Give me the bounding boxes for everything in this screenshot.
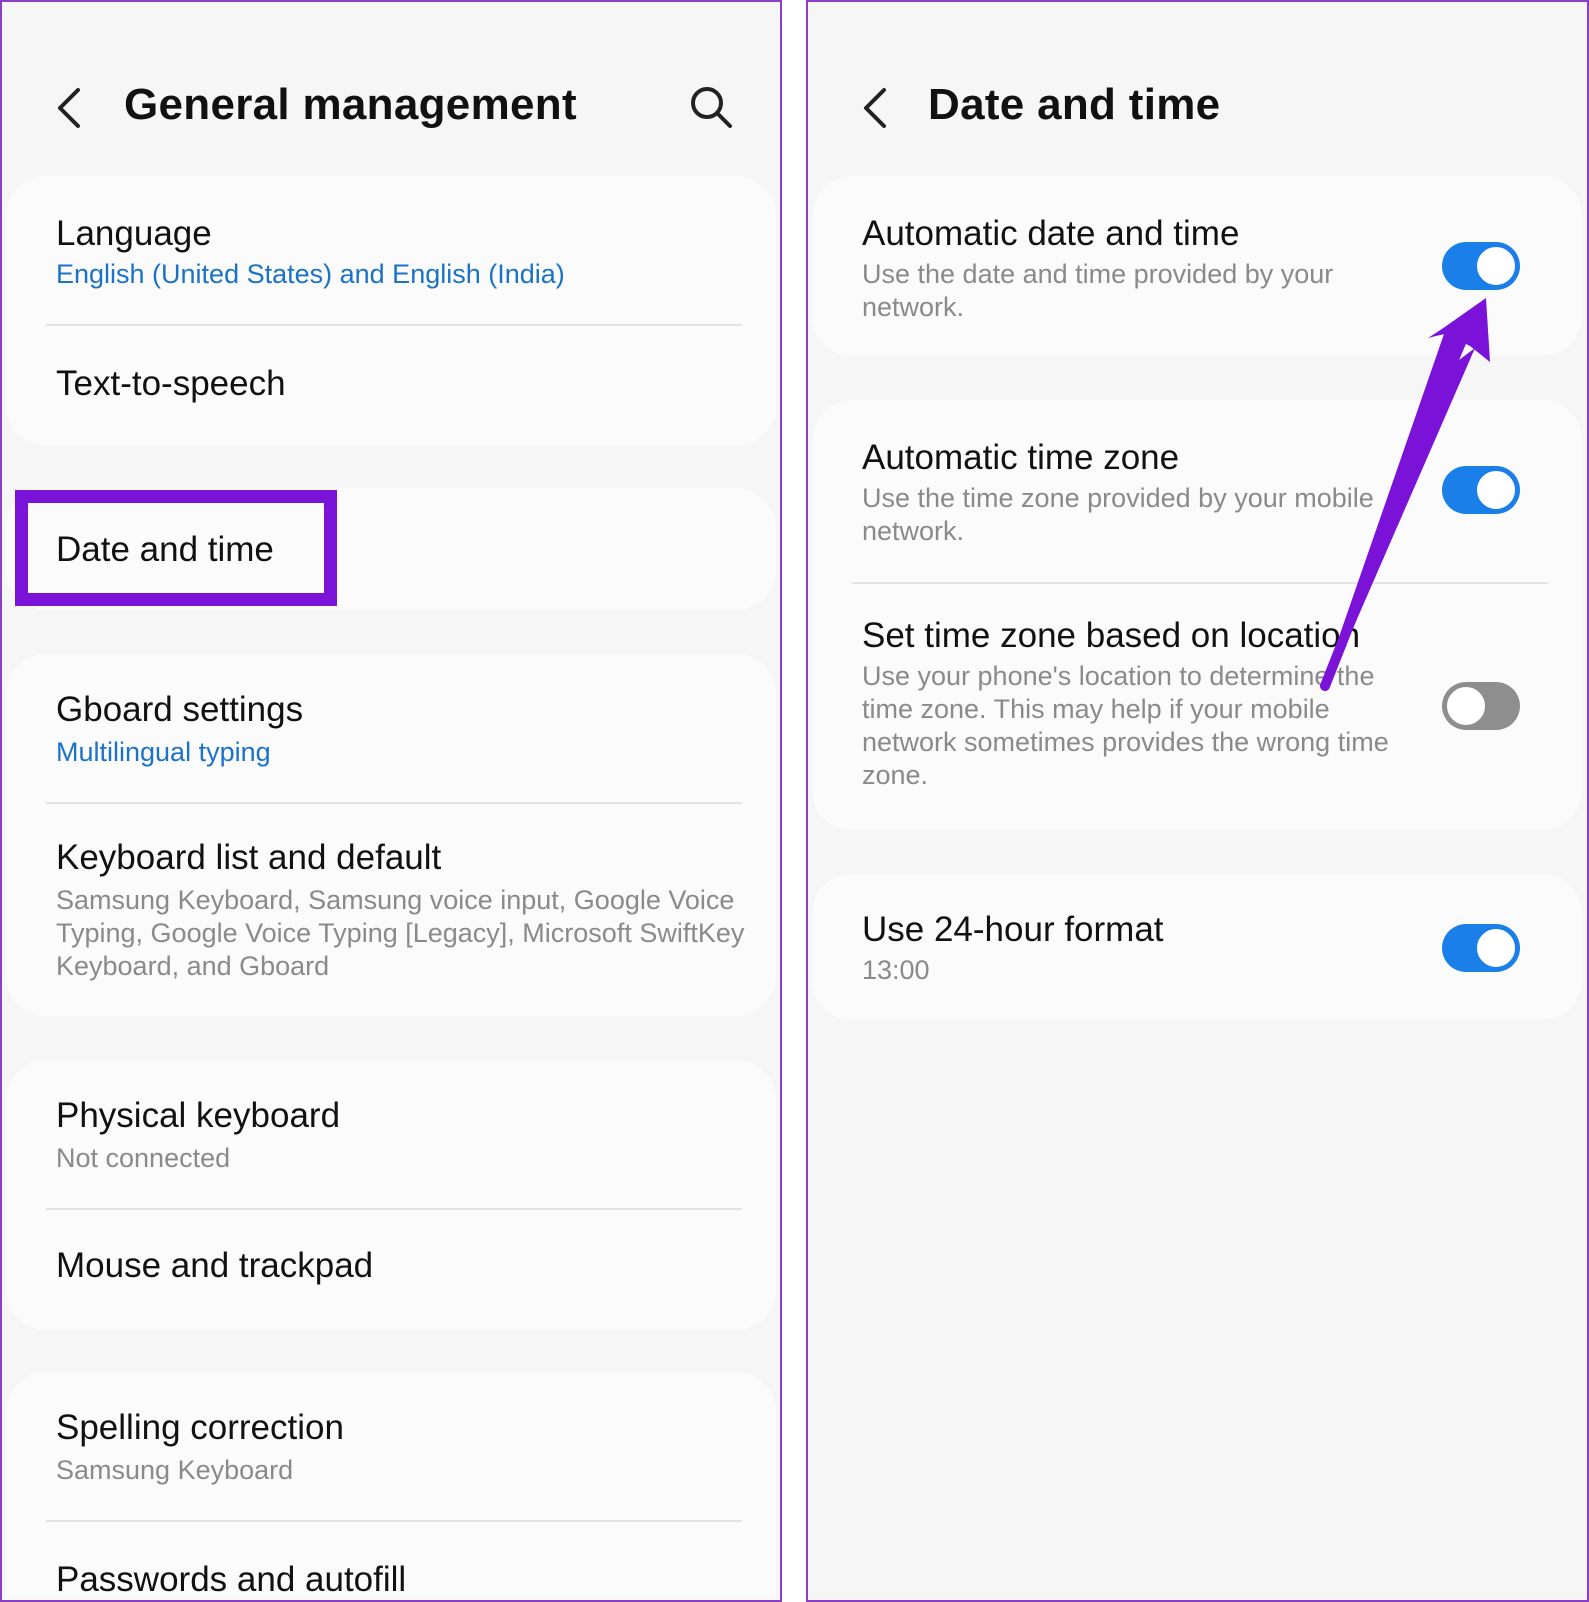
item-title: Set time zone based on location [862, 616, 1361, 655]
settings-card: Use 24-hour format 13:00 [812, 874, 1582, 1020]
item-title: Physical keyboard [56, 1096, 341, 1135]
24-hour-format-toggle[interactable] [1442, 924, 1520, 972]
settings-card: Spelling correction Samsung Keyboard Pas… [6, 1372, 776, 1600]
item-subtitle: Samsung Keyboard [56, 1455, 294, 1485]
item-subtitle: Not connected [56, 1143, 231, 1173]
highlight-annotation-box [15, 490, 337, 606]
item-subtitle: Use the time zone provided by your mobil… [862, 483, 1374, 546]
header: Date and time [808, 2, 1587, 172]
list-item-spelling-correction[interactable]: Spelling correction Samsung Keyboard [6, 1372, 776, 1520]
time-zone-location-toggle[interactable] [1442, 682, 1520, 730]
automatic-time-zone-toggle[interactable] [1442, 466, 1520, 514]
settings-card: Automatic date and time Use the date and… [812, 176, 1582, 356]
date-and-time-screen: Date and time Automatic date and time Us… [806, 0, 1589, 1602]
general-management-screen: General management Language English (Uni… [0, 0, 782, 1602]
item-title: Passwords and autofill [56, 1560, 407, 1599]
settings-card: Language English (United States) and Eng… [6, 176, 776, 446]
list-item-passwords-autofill[interactable]: Passwords and autofill [6, 1522, 776, 1600]
list-item-mouse-and-trackpad[interactable]: Mouse and trackpad [6, 1210, 776, 1330]
item-subtitle: English (United States) and English (Ind… [56, 259, 565, 289]
list-item-keyboard-list[interactable]: Keyboard list and default Samsung Keyboa… [6, 804, 776, 1016]
page-title: Date and time [928, 80, 1221, 129]
item-title: Automatic date and time [862, 214, 1240, 253]
item-title: Keyboard list and default [56, 838, 442, 877]
list-item-text-to-speech[interactable]: Text-to-speech [6, 326, 776, 446]
item-subtitle: Use your phone's location to determine t… [862, 661, 1389, 790]
back-arrow-icon[interactable] [858, 86, 894, 130]
item-title: Use 24-hour format [862, 910, 1164, 949]
item-title: Mouse and trackpad [56, 1246, 374, 1285]
item-subtitle: 13:00 [862, 955, 930, 985]
item-title: Spelling correction [56, 1408, 344, 1447]
setting-time-zone-location[interactable]: Set time zone based on location Use your… [812, 584, 1582, 830]
back-arrow-icon[interactable] [52, 86, 88, 130]
item-title: Text-to-speech [56, 364, 286, 403]
list-item-physical-keyboard[interactable]: Physical keyboard Not connected [6, 1060, 776, 1208]
page-title: General management [124, 80, 577, 129]
settings-card: Gboard settings Multilingual typing Keyb… [6, 654, 776, 1016]
setting-24-hour-format[interactable]: Use 24-hour format 13:00 [812, 874, 1582, 1020]
settings-card: Physical keyboard Not connected Mouse an… [6, 1060, 776, 1330]
list-item-language[interactable]: Language English (United States) and Eng… [6, 176, 776, 324]
search-icon[interactable] [688, 84, 734, 130]
list-item-gboard-settings[interactable]: Gboard settings Multilingual typing [6, 654, 776, 802]
setting-automatic-date-time[interactable]: Automatic date and time Use the date and… [812, 176, 1582, 356]
setting-automatic-time-zone[interactable]: Automatic time zone Use the time zone pr… [812, 400, 1582, 582]
item-subtitle: Samsung Keyboard, Samsung voice input, G… [56, 885, 745, 981]
item-title: Language [56, 214, 212, 253]
automatic-date-time-toggle[interactable] [1442, 242, 1520, 290]
settings-card: Automatic time zone Use the time zone pr… [812, 400, 1582, 830]
item-title: Gboard settings [56, 690, 304, 729]
item-subtitle: Use the date and time provided by your n… [862, 259, 1334, 322]
header: General management [2, 2, 780, 172]
item-subtitle: Multilingual typing [56, 737, 271, 767]
item-title: Automatic time zone [862, 438, 1180, 477]
